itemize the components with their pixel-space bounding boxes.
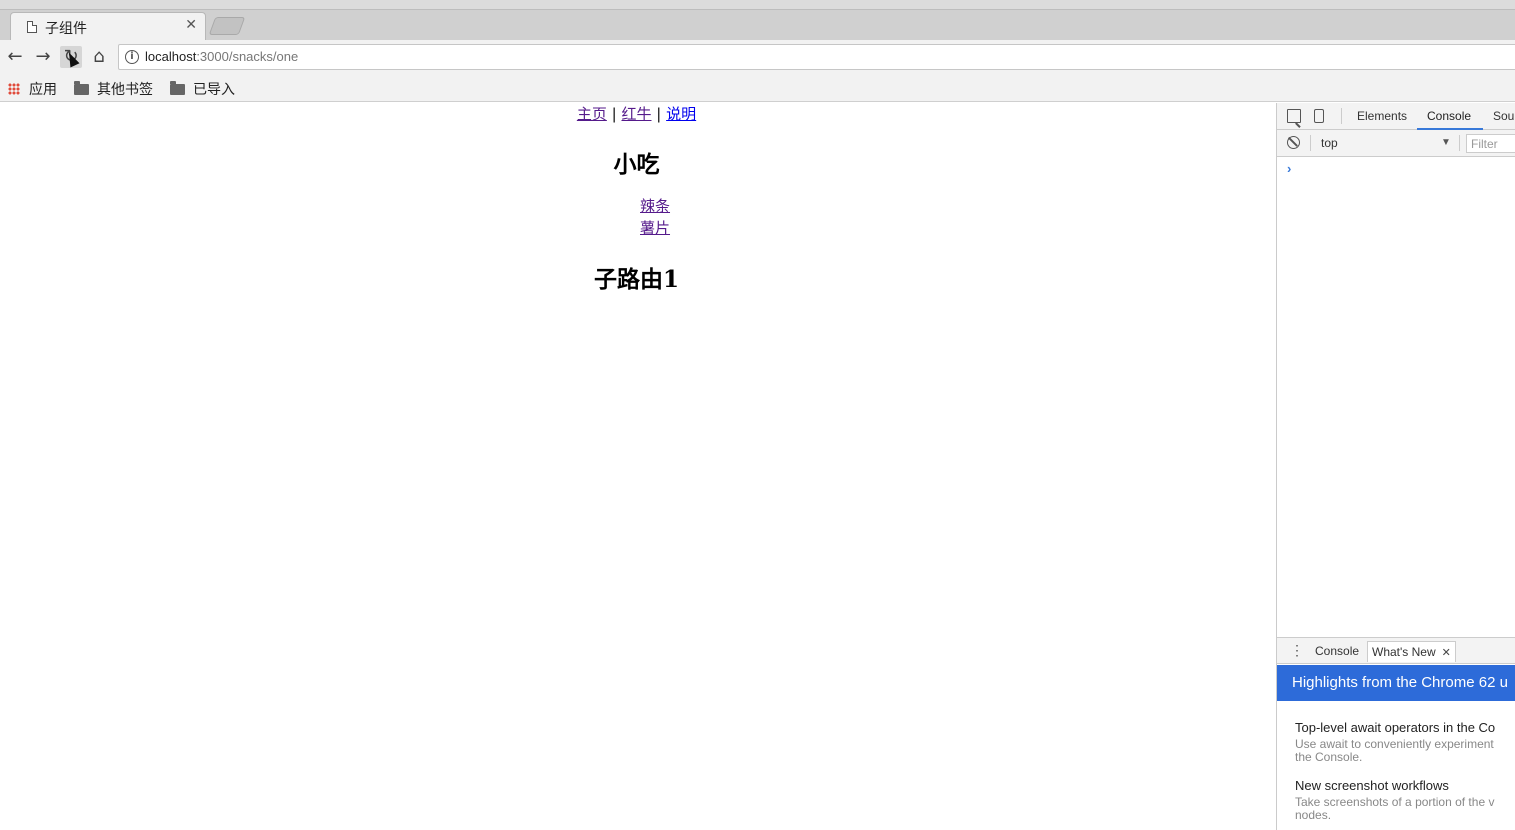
drawer-tab-whats-new[interactable]: What's New ✕ [1367,641,1456,662]
bookmarks-bar: 应用 其他书签 已导入 [0,74,1515,102]
nav-separator: | [611,105,617,123]
url-text[interactable]: localhost:3000/snacks/one [145,49,298,64]
browser-toolbar: ← → ↻ ⌂ i localhost:3000/snacks/one [0,40,1515,74]
divider [1341,108,1342,124]
whats-new-banner: Highlights from the Chrome 62 u [1277,665,1515,701]
console-toolbar: top ▼ [1277,130,1515,157]
whats-new-item-desc: the Console. [1295,750,1363,764]
folder-icon [170,81,185,95]
snack-link-chips[interactable]: 薯片 [640,217,670,239]
snack-link-latiao[interactable]: 辣条 [640,195,670,217]
os-top-strip [0,0,1515,10]
drawer-tab-console[interactable]: Console [1315,644,1359,658]
tab-bar: 子组件 ✕ [0,10,1515,40]
new-tab-button[interactable] [208,17,246,35]
whats-new-item-desc: nodes. [1295,808,1332,822]
nav-link-home[interactable]: 主页 [577,105,607,123]
nav-link-about[interactable]: 说明 [666,105,696,123]
inspect-element-icon[interactable] [1287,109,1301,123]
whats-new-item-title: New screenshot workflows [1295,778,1449,793]
address-bar[interactable]: i localhost:3000/snacks/one [118,44,1515,70]
clear-console-icon[interactable] [1287,136,1300,149]
whats-new-item[interactable]: Top-level await operators in the Co Use … [1295,720,1495,764]
bookmark-apps[interactable]: 应用 [8,79,57,99]
filter-input[interactable] [1466,134,1515,153]
document-icon [27,21,37,33]
devtools-panel: Elements Console Sou top ▼ › ⋮ Console W… [1276,103,1515,830]
bookmark-imported[interactable]: 已导入 [170,79,235,99]
console-prompt-icon[interactable]: › [1287,161,1291,176]
divider [1459,135,1460,151]
tab-sources[interactable]: Sou [1493,109,1514,123]
back-button[interactable]: ← [4,46,26,68]
info-icon[interactable]: i [125,50,139,64]
device-toolbar-icon[interactable] [1314,109,1324,123]
dropdown-arrow-icon[interactable]: ▼ [1441,137,1451,148]
page-nav: 主页 | 红牛 | 说明 [0,103,1273,124]
close-drawer-tab-icon[interactable]: ✕ [1442,647,1451,659]
url-host: localhost [145,49,197,64]
bookmark-label: 应用 [29,82,57,98]
page-title: 小吃 [613,151,660,178]
bookmark-label: 其他书签 [97,82,153,98]
whats-new-item[interactable]: New screenshot workflows Take screenshot… [1295,778,1494,822]
tab-title: 子组件 [45,21,87,37]
child-route-title: 子路由1 [593,266,679,293]
snack-list: 辣条 薯片 [640,195,670,239]
home-button[interactable]: ⌂ [88,46,110,68]
drawer-tab-bar: ⋮ Console What's New ✕ [1277,637,1515,664]
bookmark-label: 已导入 [193,82,235,98]
browser-tab[interactable]: 子组件 ✕ [10,12,206,40]
tab-console[interactable]: Console [1427,109,1471,123]
tab-elements[interactable]: Elements [1357,109,1407,123]
forward-button[interactable]: → [32,46,54,68]
bookmark-other-bookmarks[interactable]: 其他书签 [74,79,153,99]
folder-icon [74,81,89,95]
apps-grid-icon [8,83,20,95]
devtools-tab-bar: Elements Console Sou [1277,103,1515,130]
context-selector[interactable]: top [1321,136,1338,150]
drawer-tab-label: What's New [1372,645,1436,659]
nav-separator: | [656,105,662,123]
nav-link-redbull[interactable]: 红牛 [621,105,651,123]
url-path: :3000/snacks/one [196,49,299,64]
drawer-menu-icon[interactable]: ⋮ [1290,643,1304,657]
divider [1310,135,1311,151]
page-content: 主页 | 红牛 | 说明 小吃 辣条 薯片 子路由1 [0,103,1276,830]
whats-new-item-title: Top-level await operators in the Co [1295,720,1496,735]
close-tab-icon[interactable]: ✕ [185,17,197,33]
